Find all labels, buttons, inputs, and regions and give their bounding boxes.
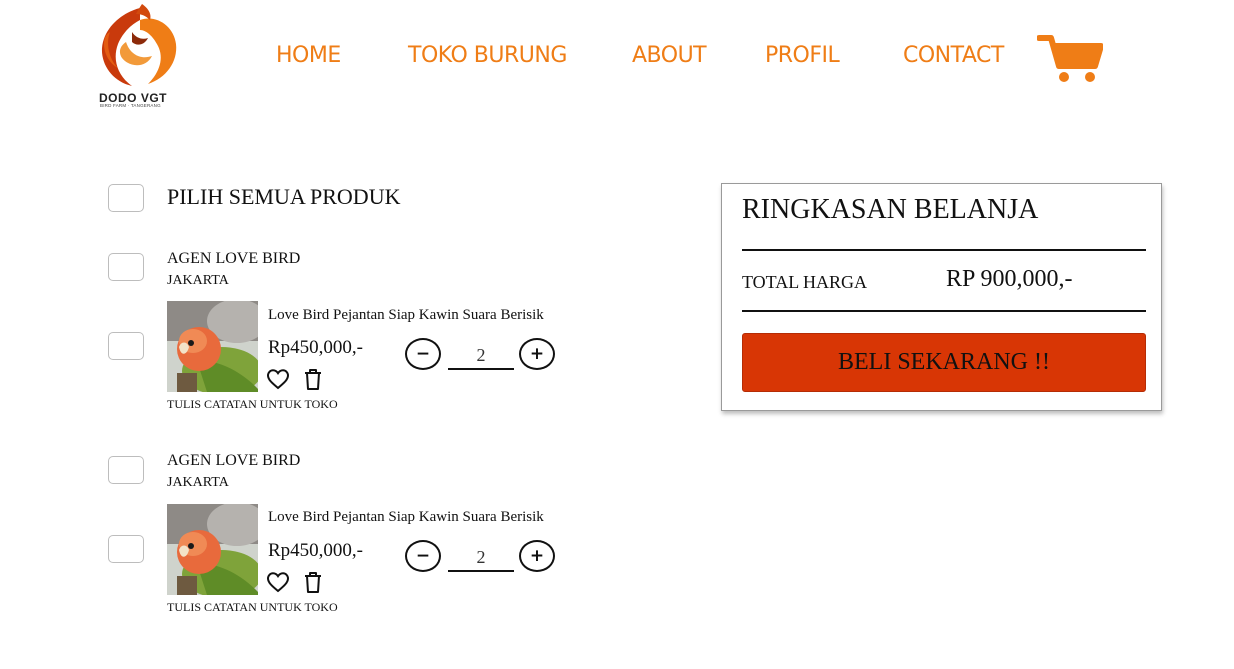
lovebird-image (167, 504, 258, 595)
heart-icon[interactable] (266, 570, 290, 594)
heart-icon[interactable] (266, 367, 290, 391)
shop-city: JAKARTA (167, 273, 229, 288)
quantity-input[interactable] (448, 342, 514, 370)
total-price-label: TOTAL HARGA (742, 272, 868, 292)
shopping-cart-icon (1036, 35, 1104, 82)
decrease-quantity-button[interactable]: − (405, 338, 441, 370)
buy-now-button[interactable]: BELI SEKARANG !! (742, 333, 1146, 392)
shop-city: JAKARTA (167, 475, 229, 490)
decrease-quantity-button[interactable]: − (405, 540, 441, 572)
summary-divider (742, 249, 1146, 251)
note-link[interactable]: TULIS CATATAN UNTUK TOKO (167, 397, 338, 412)
product-checkbox[interactable] (108, 535, 144, 563)
lovebird-image (167, 301, 258, 392)
product-price: Rp450,000,- (268, 337, 363, 358)
nav-about[interactable]: ABOUT (632, 43, 707, 68)
product-name: Love Bird Pejantan Siap Kawin Suara Beri… (268, 307, 544, 323)
summary-title: RINGKASAN BELANJA (742, 194, 1039, 225)
trash-icon[interactable] (301, 570, 325, 594)
nav-contact[interactable]: CONTACT (903, 43, 1004, 68)
product-name: Love Bird Pejantan Siap Kawin Suara Beri… (268, 509, 544, 525)
cart-button[interactable] (1036, 34, 1104, 84)
shop-name: AGEN LOVE BIRD (167, 250, 301, 267)
product-image[interactable] (167, 301, 258, 392)
nav-home[interactable]: HOME (276, 43, 341, 68)
total-price-value: RP 900,000,- (946, 266, 1073, 292)
product-price: Rp450,000,- (268, 540, 363, 561)
increase-quantity-button[interactable]: + (519, 338, 555, 370)
order-summary: RINGKASAN BELANJA TOTAL HARGA RP 900,000… (721, 183, 1162, 411)
brand-tagline: BIRD FARM · TANGERANG (100, 103, 161, 108)
trash-icon[interactable] (301, 367, 325, 391)
summary-divider (742, 310, 1146, 312)
product-image[interactable] (167, 504, 258, 595)
phoenix-logo-icon (101, 4, 177, 86)
quantity-input[interactable] (448, 544, 514, 572)
shop-checkbox[interactable] (108, 253, 144, 281)
shop-name: AGEN LOVE BIRD (167, 452, 301, 469)
nav-toko-burung[interactable]: TOKO BURUNG (408, 43, 567, 68)
shop-checkbox[interactable] (108, 456, 144, 484)
note-link[interactable]: TULIS CATATAN UNTUK TOKO (167, 600, 338, 615)
nav-profil[interactable]: PROFIL (765, 43, 840, 68)
product-checkbox[interactable] (108, 332, 144, 360)
select-all-checkbox[interactable] (108, 184, 144, 212)
increase-quantity-button[interactable]: + (519, 540, 555, 572)
select-all-label: PILIH SEMUA PRODUK (167, 184, 401, 209)
